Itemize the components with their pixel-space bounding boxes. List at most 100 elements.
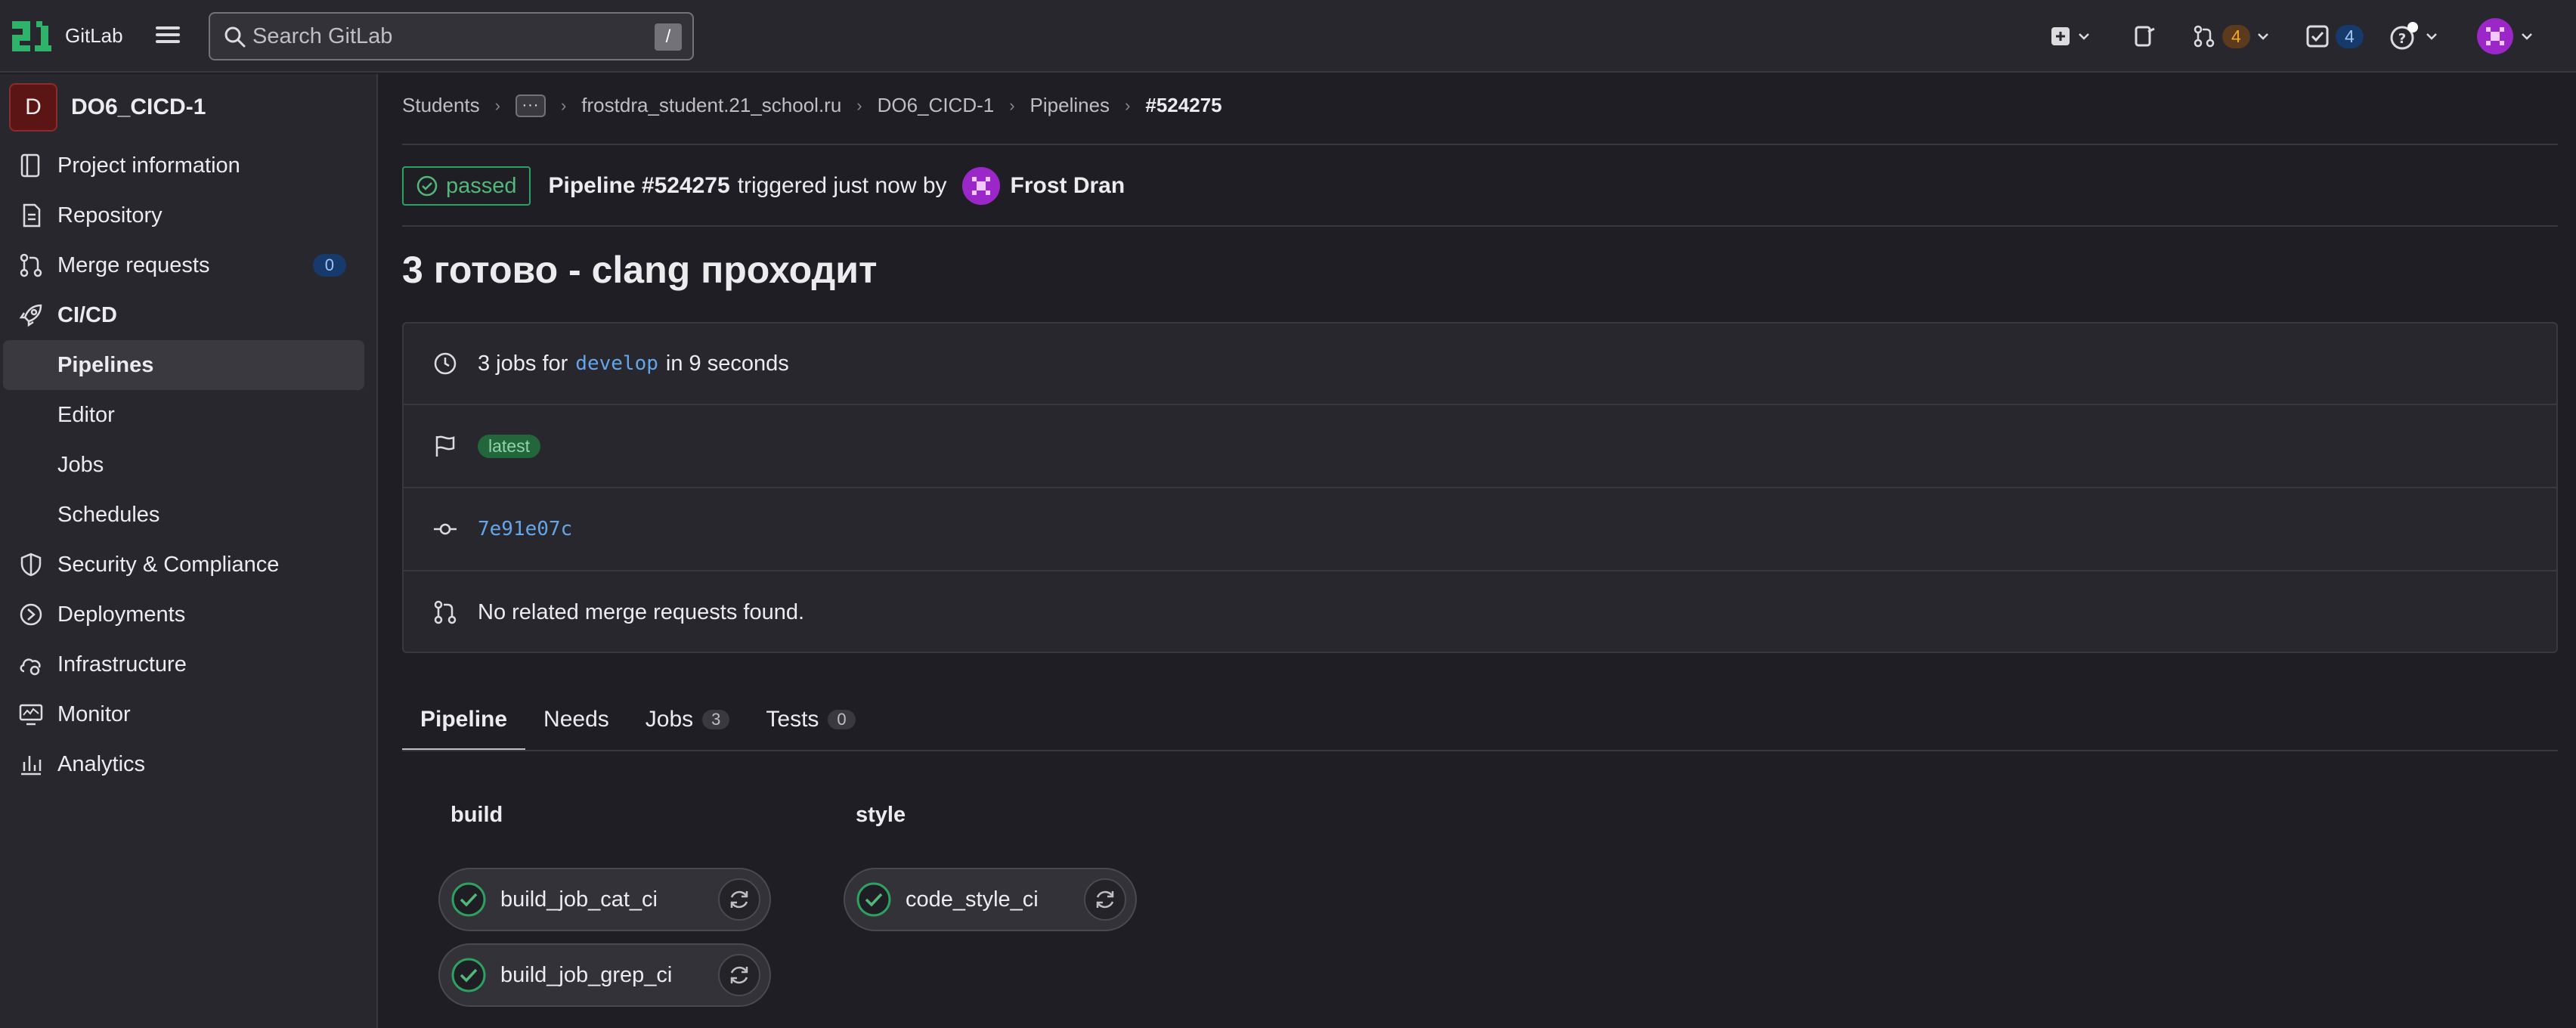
sidebar-item-monitor[interactable]: Monitor bbox=[0, 689, 378, 739]
breadcrumb-students[interactable]: Students bbox=[402, 94, 480, 117]
retry-job-button[interactable] bbox=[718, 878, 760, 921]
triggered-by-user[interactable]: Frost Dran bbox=[1011, 173, 1125, 199]
retry-job-button[interactable] bbox=[1084, 878, 1126, 921]
tab-label: Tests bbox=[766, 707, 819, 732]
tab-pipeline[interactable]: Pipeline bbox=[402, 688, 526, 751]
tab-needs[interactable]: Needs bbox=[525, 688, 627, 751]
clock-icon bbox=[434, 352, 457, 375]
merge-requests-button[interactable]: 4 bbox=[2192, 20, 2270, 53]
breadcrumb: Students › ··· › frostdra_student.21_sch… bbox=[402, 94, 1222, 117]
divider bbox=[402, 225, 2558, 227]
chevron-down-icon bbox=[2522, 33, 2532, 40]
sidebar-item-label: Analytics bbox=[57, 751, 146, 776]
help-icon: ? bbox=[2390, 22, 2418, 50]
project-info-icon bbox=[20, 153, 40, 178]
sidebar-item-repository[interactable]: Repository bbox=[0, 190, 378, 240]
status-label: passed bbox=[446, 173, 517, 198]
jobs-count-text: 3 jobs for bbox=[478, 351, 568, 376]
job-build-grep[interactable]: build_job_grep_ci bbox=[438, 943, 771, 1007]
tab-count: 0 bbox=[828, 710, 856, 729]
sidebar-item-merge-requests[interactable]: Merge requests 0 bbox=[0, 240, 378, 290]
project-name: DO6_CICD-1 bbox=[71, 94, 206, 119]
tab-jobs[interactable]: Jobs 3 bbox=[627, 688, 748, 751]
merge-request-icon bbox=[2194, 25, 2215, 48]
chevron-down-icon bbox=[2079, 33, 2089, 40]
breadcrumb-namespace[interactable]: frostdra_student.21_school.ru bbox=[581, 94, 841, 117]
top-bar: GitLab Search GitLab / 4 4 ? bbox=[0, 0, 2576, 73]
sidebar-subitem-editor[interactable]: Editor bbox=[3, 390, 364, 440]
sidebar-item-infrastructure[interactable]: Infrastructure bbox=[0, 639, 378, 689]
breadcrumb-separator-icon: › bbox=[1009, 95, 1015, 115]
no-merge-requests-text: No related merge requests found. bbox=[478, 599, 805, 624]
brand-name[interactable]: GitLab bbox=[65, 24, 123, 48]
breadcrumb-pipelines[interactable]: Pipelines bbox=[1030, 94, 1110, 117]
sidebar-subitem-schedules[interactable]: Schedules bbox=[3, 490, 364, 540]
sidebar-subitem-jobs[interactable]: Jobs bbox=[3, 440, 364, 490]
job-code-style[interactable]: code_style_ci bbox=[844, 868, 1137, 931]
breadcrumb-current[interactable]: #524275 bbox=[1145, 94, 1221, 117]
sidebar-item-analytics[interactable]: Analytics bbox=[0, 739, 378, 789]
user-avatar-icon[interactable] bbox=[961, 167, 1000, 205]
duration-text: in 9 seconds bbox=[665, 351, 789, 376]
chevron-down-icon bbox=[2257, 33, 2268, 40]
sidebar-item-deployments[interactable]: Deployments bbox=[0, 590, 378, 639]
deployments-icon bbox=[20, 603, 42, 626]
job-name: build_job_cat_ci bbox=[500, 887, 658, 912]
retry-icon bbox=[730, 966, 748, 984]
stage-title-build: build bbox=[450, 803, 503, 827]
todos-button[interactable]: 4 bbox=[2305, 20, 2364, 53]
project-header[interactable]: D DO6_CICD-1 bbox=[9, 83, 206, 132]
issues-icon bbox=[2135, 26, 2155, 47]
stage-title-style: style bbox=[856, 803, 906, 827]
sidebar-item-label: Infrastructure bbox=[57, 652, 187, 677]
help-button[interactable]: ? bbox=[2389, 20, 2438, 53]
sidebar-item-label: Repository bbox=[57, 203, 163, 228]
retry-icon bbox=[730, 890, 748, 909]
breadcrumb-separator-icon: › bbox=[1125, 95, 1131, 115]
commit-sha-link[interactable]: 7e91e07c bbox=[478, 518, 572, 540]
sidebar-subitem-pipelines[interactable]: Pipelines bbox=[3, 340, 364, 390]
issues-button[interactable] bbox=[2133, 20, 2157, 53]
merge-requests-count: 4 bbox=[2222, 24, 2250, 48]
check-circle-icon bbox=[856, 882, 891, 917]
analytics-icon bbox=[21, 756, 42, 776]
pipeline-info-box: 3 jobs for develop in 9 seconds latest 7… bbox=[402, 322, 2558, 653]
commit-title: 3 готово - clang проходит bbox=[402, 249, 878, 291]
tags-row: latest bbox=[404, 405, 2556, 488]
gitlab-logo-icon[interactable] bbox=[12, 21, 51, 51]
latest-badge: latest bbox=[478, 434, 540, 458]
tab-tests[interactable]: Tests 0 bbox=[748, 688, 873, 751]
breadcrumb-expand-button[interactable]: ··· bbox=[515, 94, 546, 117]
menu-icon[interactable] bbox=[154, 23, 181, 50]
sidebar-item-cicd[interactable]: CI/CD bbox=[0, 290, 378, 340]
branch-link[interactable]: develop bbox=[575, 352, 658, 375]
sidebar-item-label: Monitor bbox=[57, 701, 131, 726]
search-input[interactable]: Search GitLab / bbox=[209, 12, 694, 60]
tab-label: Jobs bbox=[645, 707, 694, 732]
sidebar-item-label: CI/CD bbox=[57, 302, 117, 327]
status-badge[interactable]: passed bbox=[402, 166, 531, 206]
svg-text:?: ? bbox=[2398, 31, 2406, 47]
divider bbox=[402, 144, 2558, 145]
retry-icon bbox=[1096, 890, 1114, 909]
sidebar-item-label: Security & Compliance bbox=[57, 552, 280, 577]
project-avatar: D bbox=[9, 83, 57, 132]
sidebar-item-project-information[interactable]: Project information bbox=[0, 141, 378, 190]
create-new-button[interactable] bbox=[2050, 20, 2091, 53]
merge-requests-row: No related merge requests found. bbox=[404, 571, 2556, 653]
search-shortcut-key: / bbox=[655, 23, 682, 51]
user-menu-button[interactable] bbox=[2476, 18, 2534, 54]
tabs-divider bbox=[402, 750, 2558, 751]
merge-request-icon bbox=[434, 600, 457, 624]
job-build-cat[interactable]: build_job_cat_ci bbox=[438, 868, 771, 931]
breadcrumb-separator-icon: › bbox=[560, 95, 567, 115]
cloud-gear-icon bbox=[20, 658, 41, 676]
commit-row: 7e91e07c bbox=[404, 488, 2556, 571]
retry-job-button[interactable] bbox=[718, 954, 760, 996]
shield-icon bbox=[20, 553, 42, 577]
sidebar-item-security-compliance[interactable]: Security & Compliance bbox=[0, 540, 378, 590]
tab-count: 3 bbox=[702, 710, 730, 729]
job-name: code_style_ci bbox=[906, 887, 1039, 912]
breadcrumb-project[interactable]: DO6_CICD-1 bbox=[878, 94, 995, 117]
pipeline-trigger-text: triggered just now by bbox=[737, 173, 947, 198]
